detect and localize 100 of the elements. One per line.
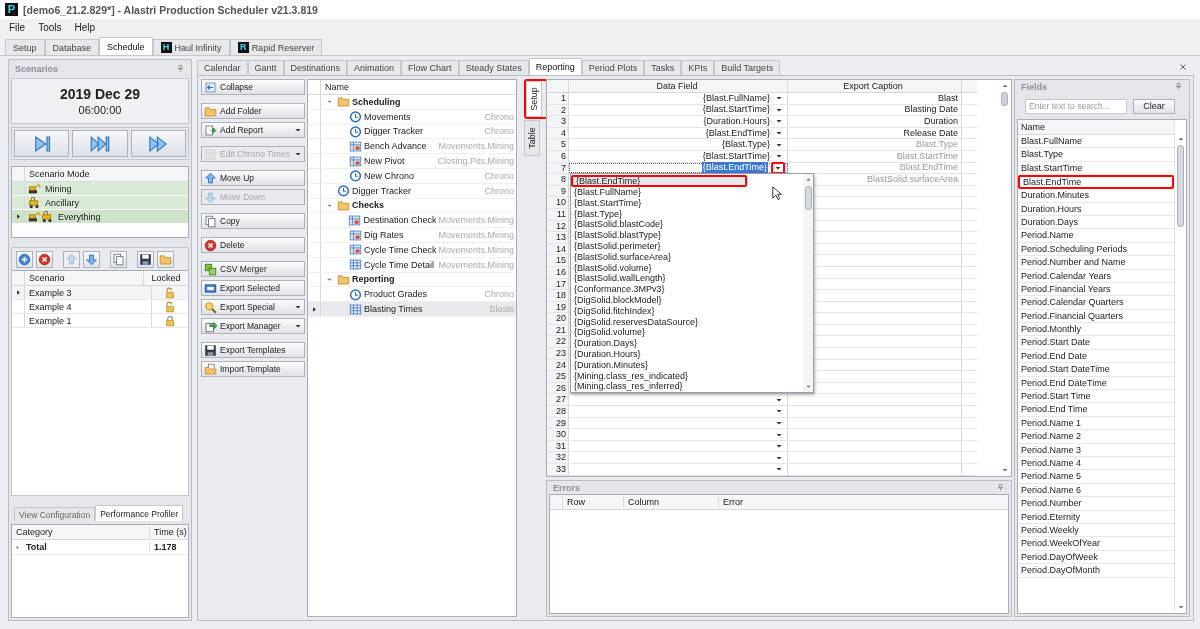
dropdown-option[interactable]: {BlastSolid.surfaceArea} — [571, 251, 803, 263]
tree-item[interactable]: Checks — [308, 198, 516, 214]
export-caption[interactable]: Duration — [923, 116, 958, 127]
menu-item[interactable]: Help — [74, 22, 96, 33]
panel-tab[interactable]: View Configuration — [14, 507, 96, 521]
action-button[interactable]: Add Folder — [201, 103, 305, 119]
field-item[interactable]: Blast.Type — [1018, 148, 1174, 162]
dropdown-option[interactable]: {Duration.Days} — [571, 338, 803, 349]
scroll-up-icon[interactable] — [804, 176, 812, 183]
action-button[interactable]: CSV Merger — [201, 261, 305, 277]
mode-row[interactable]: Everything — [12, 210, 188, 224]
dropdown-option[interactable]: {Mining.class_res_indicated} — [571, 370, 803, 382]
field-item[interactable]: Period.Start Time — [1018, 390, 1174, 404]
field-item[interactable]: Period.Number — [1018, 497, 1174, 511]
field-item[interactable]: Period.DayOfWeek — [1018, 550, 1174, 565]
field-item[interactable]: Period.End Date — [1018, 349, 1174, 364]
field-item[interactable]: Period.Name 2 — [1018, 430, 1174, 444]
field-item[interactable]: Period.WeekOfYear — [1018, 537, 1174, 551]
data-field-value[interactable]: {Blast.EndTime} — [705, 127, 770, 139]
scenario-row[interactable]: Example 1 — [12, 314, 188, 328]
view-tab[interactable]: Calendar — [197, 60, 248, 75]
menu-item[interactable]: File — [9, 22, 26, 33]
field-item[interactable]: Period.Scheduling Periods — [1018, 242, 1174, 257]
view-tab[interactable]: Destinations — [283, 60, 348, 75]
action-button[interactable]: Collapse — [201, 79, 305, 95]
view-tab[interactable]: Build Targets — [714, 60, 781, 75]
close-icon[interactable] — [1178, 62, 1188, 72]
field-item[interactable]: Period.Weekly — [1018, 523, 1174, 538]
view-tab[interactable]: Flow Chart — [401, 60, 459, 75]
view-tab[interactable]: Tasks — [644, 60, 682, 75]
toolbar-button[interactable] — [137, 250, 154, 268]
tree-item[interactable]: New Chrono Chrono — [308, 169, 516, 184]
view-tab[interactable]: Reporting — [528, 58, 582, 75]
data-field-value[interactable]: {Blast.StartTime} — [702, 104, 770, 116]
menu-item[interactable]: Tools — [38, 22, 62, 33]
field-item[interactable]: Period.Start DateTime — [1018, 363, 1174, 377]
action-button[interactable]: Delete — [201, 237, 305, 253]
data-field-value[interactable]: {Blast.StartTime} — [702, 150, 770, 162]
mode-row[interactable]: Mining — [12, 182, 188, 196]
export-caption[interactable]: Release Date — [903, 127, 958, 139]
dropdown-option[interactable]: {Duration.Minutes} — [571, 359, 803, 371]
pin-icon[interactable] — [176, 64, 185, 73]
field-item[interactable]: Period.Name 1 — [1018, 416, 1174, 431]
tree-item[interactable]: Digger Tracker Chrono — [308, 124, 516, 140]
tree-item[interactable]: Cycle Time Check Movements.Mining — [308, 242, 516, 258]
field-item[interactable]: Blast.EndTime — [1020, 177, 1172, 188]
scroll-down-icon[interactable] — [1176, 603, 1185, 611]
dropdown-option[interactable]: {DigSolid.volume} — [571, 327, 803, 339]
playback-button[interactable] — [14, 130, 70, 157]
toolbar-button[interactable] — [16, 250, 33, 268]
dropdown-option[interactable]: {DigSolid.reservesDataSource} — [571, 316, 803, 328]
field-item[interactable]: Period.End Time — [1018, 403, 1174, 417]
scroll-up-icon[interactable] — [1176, 135, 1185, 143]
action-button[interactable]: Export Special — [201, 299, 305, 315]
action-button[interactable]: Export Selected — [201, 280, 305, 296]
collapse-arrow-icon[interactable] — [325, 98, 333, 106]
action-button[interactable]: Import Template — [201, 361, 305, 377]
field-item[interactable]: Period.End DateTime — [1018, 376, 1174, 391]
scrollbar-thumb[interactable] — [804, 186, 812, 210]
tree-item[interactable]: Scheduling — [308, 95, 516, 110]
dropdown-option[interactable]: {BlastSolid.blastCode} — [571, 219, 803, 231]
toolbar-button[interactable] — [36, 250, 53, 268]
action-button[interactable]: Copy — [201, 213, 305, 229]
side-tab[interactable]: Table — [524, 120, 540, 156]
field-item[interactable]: Period.Name 6 — [1018, 483, 1174, 498]
action-button[interactable]: Export Templates — [201, 342, 305, 358]
action-button[interactable]: Add Report — [201, 122, 305, 138]
tree-item[interactable]: Bench Advance Movements.Mining — [308, 139, 516, 155]
scrollbar-thumb[interactable] — [1177, 145, 1184, 227]
tree-item[interactable]: Reporting — [308, 272, 516, 288]
field-item[interactable]: Duration.Minutes — [1018, 189, 1174, 203]
view-tab[interactable]: Steady States — [458, 60, 529, 75]
tree-item[interactable]: Destination Check Movements.Mining — [308, 213, 516, 229]
tree-item[interactable]: New Pivot Closing.Pits.Mining — [308, 154, 516, 169]
main-tab[interactable]: Setup — [5, 39, 45, 55]
view-tab[interactable]: Animation — [347, 60, 402, 75]
dropdown-option[interactable]: {DigSolid.fitchIndex} — [571, 305, 803, 317]
search-field[interactable]: Enter text to search... — [1025, 98, 1127, 114]
field-item[interactable]: Period.Financial Quarters — [1018, 309, 1174, 324]
scroll-up-icon[interactable] — [1000, 82, 1009, 90]
dropdown-option[interactable]: {Conformance.3MPv3} — [571, 284, 803, 295]
field-item[interactable]: Blast.StartTime — [1018, 161, 1174, 176]
tree-item[interactable]: Blasting Times Blasts — [308, 302, 516, 317]
dropdown-option[interactable]: {BlastSolid.perimeter} — [571, 241, 803, 252]
field-item[interactable]: Period.Financial Years — [1018, 282, 1174, 297]
scroll-down-icon[interactable] — [804, 383, 812, 390]
field-item[interactable]: Period.Calendar Years — [1018, 269, 1174, 283]
data-field-value[interactable]: {Blast.Type} — [721, 139, 770, 151]
action-button[interactable]: Move Up — [201, 170, 305, 186]
main-tab[interactable]: Database — [44, 39, 100, 55]
action-button[interactable]: Export Manager — [201, 318, 305, 334]
side-tab[interactable]: Setup — [526, 81, 542, 117]
tree-item[interactable]: Movements Chrono — [308, 109, 516, 125]
dropdown-option[interactable]: {BlastSolid.blastType} — [571, 230, 803, 241]
export-caption[interactable]: Blast — [938, 92, 958, 104]
field-item[interactable]: Period.DayOfMonth — [1018, 564, 1174, 578]
main-tab[interactable]: Schedule — [99, 37, 153, 55]
dropdown-option[interactable]: {BlastSolid.wallLength} — [571, 273, 803, 285]
field-item[interactable]: Period.Calendar Quarters — [1018, 296, 1174, 310]
view-tab[interactable]: KPIs — [681, 60, 715, 75]
